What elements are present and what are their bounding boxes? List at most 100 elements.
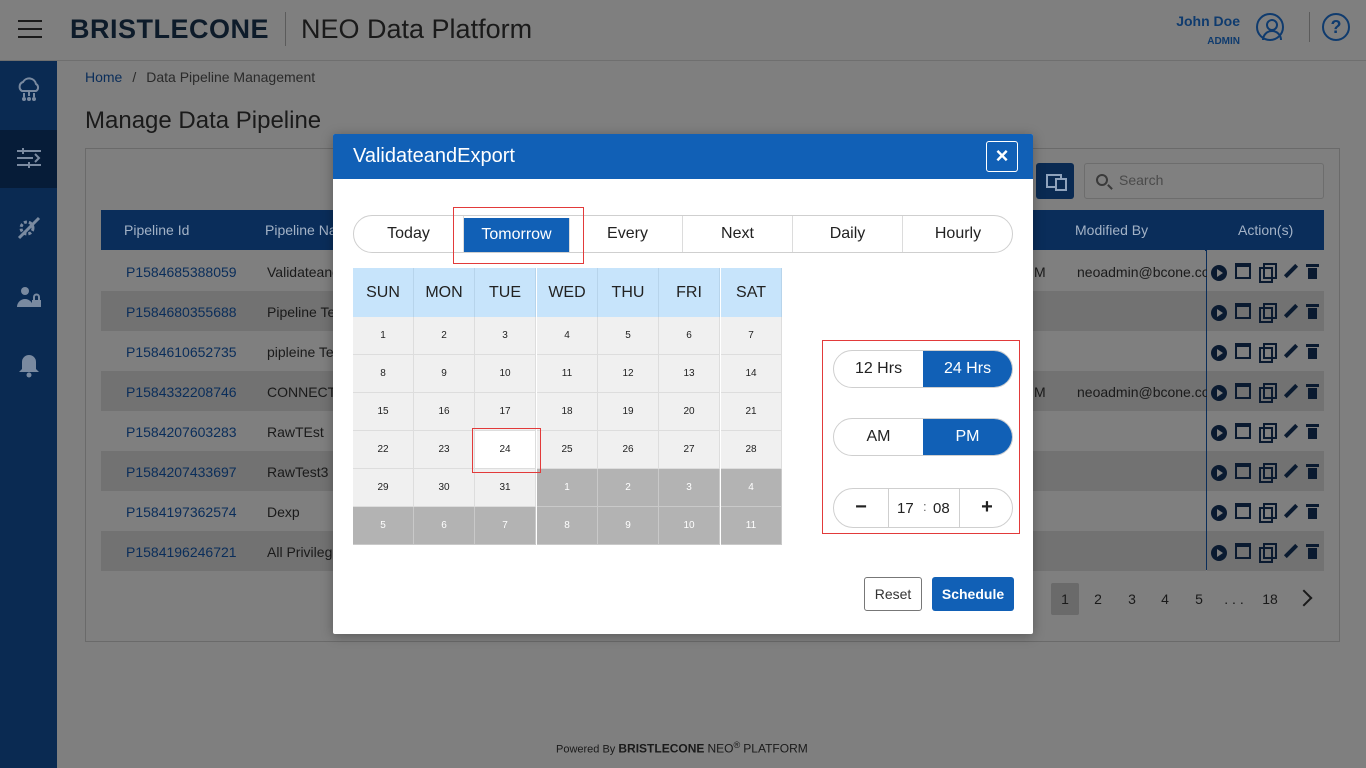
- pipeline-id-link[interactable]: P1584196246721: [126, 544, 237, 560]
- run-icon[interactable]: [1211, 425, 1227, 441]
- reset-button[interactable]: Reset: [864, 577, 922, 611]
- sidebar-item-notifications[interactable]: [0, 337, 57, 395]
- delete-icon[interactable]: [1305, 423, 1321, 439]
- edit-icon[interactable]: [1283, 543, 1299, 559]
- run-icon[interactable]: [1211, 505, 1227, 521]
- page-button-1[interactable]: 1: [1051, 583, 1079, 615]
- calendar-day-next-month[interactable]: 9: [598, 507, 659, 545]
- calendar-day[interactable]: 6: [659, 317, 720, 355]
- calendar-day-next-month[interactable]: 8: [537, 507, 598, 545]
- sidebar-item-data-sources[interactable]: [0, 61, 57, 119]
- edit-icon[interactable]: [1283, 263, 1299, 279]
- page-button-2[interactable]: 2: [1084, 583, 1112, 615]
- delete-icon[interactable]: [1305, 543, 1321, 559]
- calendar-day-next-month[interactable]: 11: [721, 507, 782, 545]
- user-profile-icon[interactable]: [1256, 13, 1284, 41]
- page-button-5[interactable]: 5: [1185, 583, 1213, 615]
- run-icon[interactable]: [1211, 385, 1227, 401]
- calendar-day[interactable]: 23: [414, 431, 475, 469]
- calendar-day[interactable]: 14: [721, 355, 782, 393]
- close-icon[interactable]: ×: [986, 141, 1018, 172]
- option-12-hrs[interactable]: 12 Hrs: [834, 351, 923, 387]
- calendar-day[interactable]: 15: [353, 393, 414, 431]
- pipeline-id-link[interactable]: P1584207603283: [126, 424, 237, 440]
- calendar-day[interactable]: 11: [537, 355, 598, 393]
- schedule-icon[interactable]: [1235, 463, 1251, 479]
- calendar-day[interactable]: 19: [598, 393, 659, 431]
- page-button-3[interactable]: 3: [1118, 583, 1146, 615]
- export-icon[interactable]: [1036, 163, 1074, 199]
- run-icon[interactable]: [1211, 265, 1227, 281]
- calendar-day[interactable]: 30: [414, 469, 475, 507]
- calendar-day[interactable]: 3: [475, 317, 536, 355]
- edit-icon[interactable]: [1283, 503, 1299, 519]
- page-button-18[interactable]: 18: [1256, 583, 1284, 615]
- schedule-icon[interactable]: [1235, 263, 1251, 279]
- run-icon[interactable]: [1211, 545, 1227, 561]
- calendar-day[interactable]: 25: [537, 431, 598, 469]
- tab-next[interactable]: Next: [683, 216, 793, 252]
- breadcrumb-home-link[interactable]: Home: [85, 69, 122, 85]
- calendar-day[interactable]: 5: [598, 317, 659, 355]
- copy-icon[interactable]: [1259, 303, 1277, 323]
- calendar-day[interactable]: 29: [353, 469, 414, 507]
- run-icon[interactable]: [1211, 465, 1227, 481]
- option-24-hrs[interactable]: 24 Hrs: [923, 351, 1012, 387]
- schedule-icon[interactable]: [1235, 383, 1251, 399]
- sidebar-item-pipelines[interactable]: [0, 130, 57, 188]
- calendar-day[interactable]: 21: [721, 393, 782, 431]
- delete-icon[interactable]: [1305, 503, 1321, 519]
- calendar-day[interactable]: 4: [537, 317, 598, 355]
- tab-hourly[interactable]: Hourly: [903, 216, 1013, 252]
- schedule-icon[interactable]: [1235, 303, 1251, 319]
- calendar-day[interactable]: 27: [659, 431, 720, 469]
- calendar-day[interactable]: 20: [659, 393, 720, 431]
- calendar-day-next-month[interactable]: 4: [721, 469, 782, 507]
- pipeline-id-link[interactable]: P1584685388059: [126, 264, 237, 280]
- schedule-button[interactable]: Schedule: [932, 577, 1014, 611]
- schedule-icon[interactable]: [1235, 503, 1251, 519]
- copy-icon[interactable]: [1259, 543, 1277, 563]
- tab-today[interactable]: Today: [354, 216, 464, 252]
- calendar-day[interactable]: 2: [414, 317, 475, 355]
- tab-every[interactable]: Every: [573, 216, 683, 252]
- schedule-icon[interactable]: [1235, 343, 1251, 359]
- column-header-pipeline-id[interactable]: Pipeline Id: [124, 222, 189, 238]
- delete-icon[interactable]: [1305, 303, 1321, 319]
- calendar-day[interactable]: 10: [475, 355, 536, 393]
- copy-icon[interactable]: [1259, 383, 1277, 403]
- copy-icon[interactable]: [1259, 343, 1277, 363]
- calendar-day[interactable]: 31: [475, 469, 536, 507]
- pipeline-id-link[interactable]: P1584610652735: [126, 344, 237, 360]
- calendar-day-next-month[interactable]: 10: [659, 507, 720, 545]
- edit-icon[interactable]: [1283, 423, 1299, 439]
- calendar-day[interactable]: 28: [721, 431, 782, 469]
- calendar-day[interactable]: 18: [537, 393, 598, 431]
- pipeline-id-link[interactable]: P1584332208746: [126, 384, 237, 400]
- edit-icon[interactable]: [1283, 343, 1299, 359]
- calendar-day-next-month[interactable]: 5: [353, 507, 414, 545]
- run-icon[interactable]: [1211, 345, 1227, 361]
- column-header-pipeline-name[interactable]: Pipeline Na: [265, 222, 337, 238]
- edit-icon[interactable]: [1283, 383, 1299, 399]
- hours-value[interactable]: 17: [897, 500, 914, 517]
- minutes-value[interactable]: 08: [933, 500, 950, 517]
- calendar-day[interactable]: 26: [598, 431, 659, 469]
- calendar-day[interactable]: 8: [353, 355, 414, 393]
- calendar-day[interactable]: 7: [721, 317, 782, 355]
- delete-icon[interactable]: [1305, 263, 1321, 279]
- copy-icon[interactable]: [1259, 263, 1277, 283]
- calendar-day[interactable]: 1: [353, 317, 414, 355]
- column-header-modified-by[interactable]: Modified By: [1075, 222, 1148, 238]
- copy-icon[interactable]: [1259, 463, 1277, 483]
- edit-icon[interactable]: [1283, 463, 1299, 479]
- help-icon[interactable]: ?: [1322, 13, 1350, 41]
- option-am[interactable]: AM: [834, 419, 923, 455]
- calendar-day[interactable]: 12: [598, 355, 659, 393]
- calendar-day-next-month[interactable]: 3: [659, 469, 720, 507]
- sidebar-item-user-access[interactable]: [0, 268, 57, 326]
- option-pm[interactable]: PM: [923, 419, 1012, 455]
- copy-icon[interactable]: [1259, 503, 1277, 523]
- increment-time-button[interactable]: +: [960, 489, 1014, 527]
- calendar-day-next-month[interactable]: 7: [475, 507, 536, 545]
